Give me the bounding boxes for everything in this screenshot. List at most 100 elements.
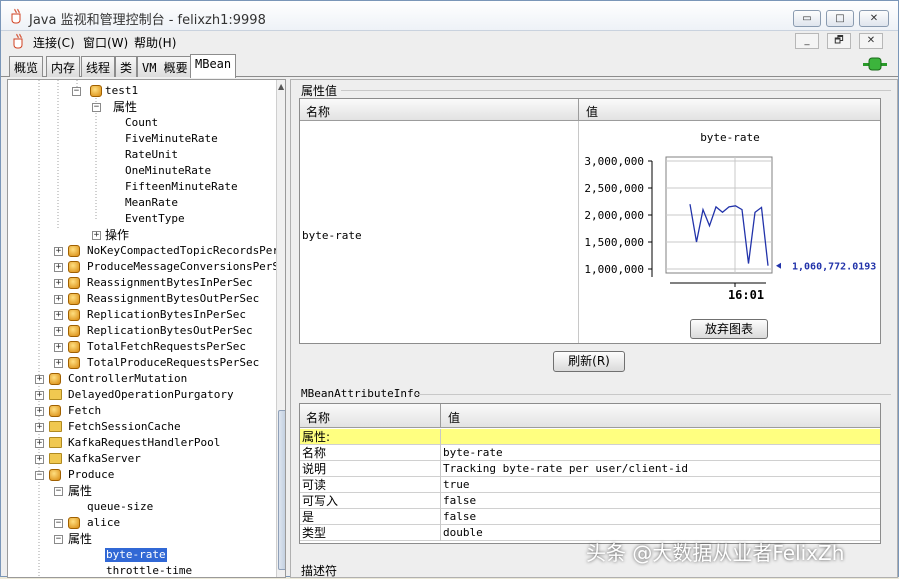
tree-node[interactable]: + KafkaRequestHandlerPool [8,436,276,450]
tree-node[interactable]: − alice [8,516,276,530]
scroll-up-arrow-icon[interactable]: ▲ [278,82,284,91]
refresh-button[interactable]: 刷新(R) [553,351,625,372]
expand-icon[interactable]: + [54,295,63,304]
tree-node[interactable]: + ProduceMessageConversionsPerSec [8,260,285,274]
tab-vm-summary[interactable]: VM 概要 [137,56,193,77]
expand-icon[interactable]: + [35,455,44,464]
inner-minimize-button[interactable]: _ [795,33,819,49]
tree-node[interactable]: + DelayedOperationPurgatory [8,388,276,402]
tree-node[interactable]: FifteenMinuteRate [8,180,276,194]
folder-icon [49,421,62,432]
app-window: Java 监视和管理控制台 - felixzh1:9998 ▭ □ ✕ 连接(C… [0,0,899,578]
tree-node[interactable]: + ReplicationBytesInPerSec [8,308,276,322]
table-row[interactable]: 可写入 false [300,493,880,509]
tree-node[interactable]: MeanRate [8,196,276,210]
table-row[interactable]: 名称 byte-rate [300,445,880,461]
attribute-info-table: 名称 值 属性: 名称 byte-rate 说明 Tracking byte-rate … [299,403,881,544]
expand-icon[interactable]: + [35,391,44,400]
tree-node[interactable]: − 属性 [8,100,276,114]
expand-icon[interactable]: + [54,279,63,288]
mbean-icon [90,85,102,97]
tree-node[interactable]: EventType [8,212,276,226]
table-row[interactable]: 属性: [300,429,880,445]
divider [578,121,579,343]
close-button[interactable]: ✕ [859,10,889,27]
tree-node[interactable]: + ControllerMutation [8,372,276,386]
table-row[interactable]: 说明 Tracking byte-rate per user/client-id [300,461,880,477]
minimize-button[interactable]: ▭ [793,10,821,27]
tree-node-label: 操作 [105,228,130,242]
y-tick-label: 3,000,000 [584,155,644,168]
attribute-name-cell[interactable]: byte-rate [302,229,362,242]
table-row[interactable]: 是 false [300,509,880,525]
tree-node-label: FifteenMinuteRate [125,180,238,193]
tree-node[interactable]: − 属性 [8,532,276,546]
tree-node[interactable]: − test1 [8,84,276,98]
mbean-icon [49,405,61,417]
collapse-icon[interactable]: − [72,87,81,96]
expand-icon[interactable]: + [54,359,63,368]
tree-node[interactable]: Count [8,116,276,130]
tree-node[interactable]: RateUnit [8,148,276,162]
tree-node-label: RateUnit [125,148,178,161]
tree-node[interactable]: + FetchSessionCache [8,420,276,434]
tab-threads[interactable]: 线程 [81,56,116,77]
expand-icon[interactable]: + [54,343,63,352]
tree-node[interactable]: + ReplicationBytesOutPerSec [8,324,276,338]
tree-node[interactable]: FiveMinuteRate [8,132,276,146]
mbean-icon [68,293,80,305]
discard-chart-button[interactable]: 放弃图表 [690,319,768,339]
inner-restore-button[interactable]: 🗗 [827,33,851,49]
menu-window[interactable]: 窗口(W) [83,34,128,51]
expand-icon[interactable]: + [35,423,44,432]
tree-node[interactable]: − Produce [8,468,276,482]
tree-node[interactable]: + NoKeyCompactedTopicRecordsPerSec [8,244,285,258]
tree-scrollbar[interactable]: ▲ [276,80,285,577]
tab-mbean[interactable]: MBean [190,54,237,78]
info-name-cell: 是 [302,510,315,524]
tree-node[interactable]: queue-size [8,500,276,514]
table-row[interactable]: 可读 true [300,477,880,493]
tab-memory[interactable]: 内存 [46,56,81,77]
tree-node[interactable]: + ReassignmentBytesOutPerSec [8,292,276,306]
tree-node[interactable]: + 操作 [8,228,276,242]
expand-icon[interactable]: + [54,327,63,336]
maximize-button[interactable]: □ [826,10,854,27]
menu-connect[interactable]: 连接(C) [33,34,75,51]
tree-node[interactable]: + ReassignmentBytesInPerSec [8,276,276,290]
tree-node[interactable]: + KafkaServer [8,452,276,466]
tree-node-label: byte-rate [105,548,167,562]
tree-scrollbar-thumb[interactable] [278,410,285,570]
expand-icon[interactable]: + [92,231,101,240]
menu-help[interactable]: 帮助(H) [134,34,176,51]
tree-node-label: ProduceMessageConversionsPerSec [87,260,286,273]
tree-node[interactable]: + Fetch [8,404,276,418]
tree-node[interactable]: throttle-time [8,564,276,577]
tree-node[interactable]: − 属性 [8,484,276,498]
collapse-icon[interactable]: − [92,103,101,112]
tree-node[interactable]: + TotalFetchRequestsPerSec [8,340,276,354]
tree-node[interactable]: + TotalProduceRequestsPerSec [8,356,276,370]
tab-overview[interactable]: 概览 [9,56,44,77]
expand-icon[interactable]: + [54,311,63,320]
info-name-cell: 说明 [302,462,327,476]
collapse-icon[interactable]: − [54,487,63,496]
collapse-icon[interactable]: − [35,471,44,480]
column-name-header: 名称 [306,411,331,425]
java-cup-icon [9,8,23,24]
expand-icon[interactable]: + [35,375,44,384]
expand-icon[interactable]: + [54,263,63,272]
collapse-icon[interactable]: − [54,519,63,528]
tree-node[interactable]: OneMinuteRate [8,164,276,178]
inner-close-button[interactable]: ✕ [859,33,883,49]
table-header: 名称 值 [300,404,880,428]
tab-classes[interactable]: 类 [115,56,138,77]
expand-icon[interactable]: + [35,407,44,416]
expand-icon[interactable]: + [54,247,63,256]
tree-node[interactable]: byte-rate [8,548,276,562]
info-name-cell: 属性: [302,430,331,444]
tree-node-label: NoKeyCompactedTopicRecordsPerSec [87,244,286,257]
expand-icon[interactable]: + [35,439,44,448]
collapse-icon[interactable]: − [54,535,63,544]
divider [440,404,441,428]
